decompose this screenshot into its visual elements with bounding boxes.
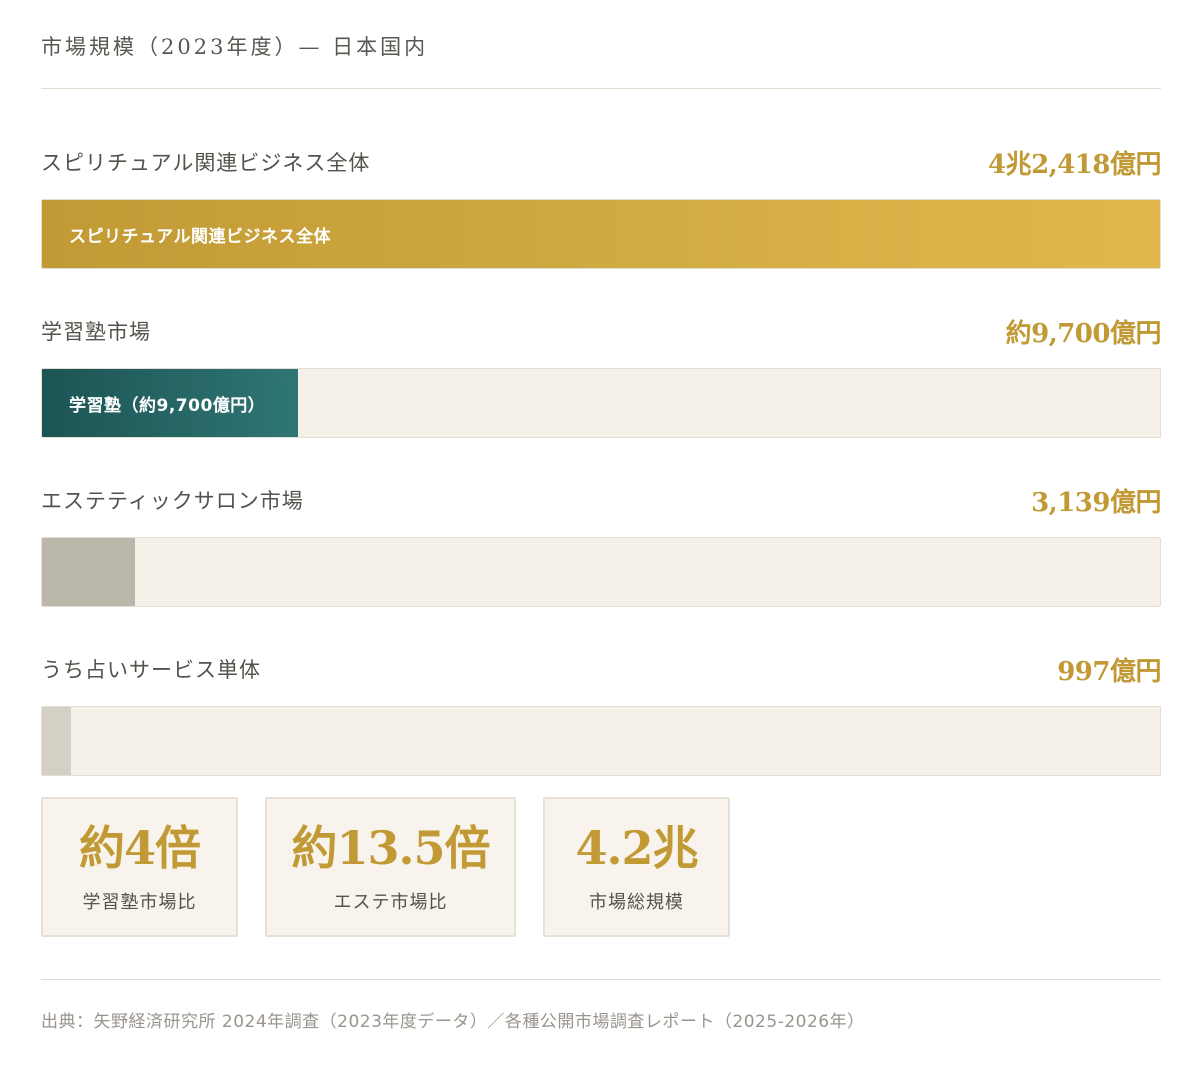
bar-category-label: 学習塾市場 (41, 320, 151, 344)
bar-fill-fortune (42, 707, 72, 775)
page-title: 市場規模（2023年度）— 日本国内 (41, 35, 429, 59)
bar-track: スピリチュアル関連ビジネス全体 (41, 199, 1161, 269)
stat-label: 市場総規模 (589, 892, 684, 913)
stat-label: 学習塾市場比 (82, 892, 197, 913)
stat-label: エステ市場比 (333, 892, 448, 913)
bar-inner-label: 学習塾（約9,700億円） (69, 395, 266, 416)
bar-value-label: 997億円 (1057, 656, 1161, 687)
bar-inner-label: スピリチュアル関連ビジネス全体 (69, 226, 331, 247)
market-size-panel: 市場規模（2023年度）— 日本国内 スピリチュアル関連ビジネス全体 4兆2,4… (41, 0, 1162, 1032)
bar-category-label: エステティックサロン市場 (41, 489, 304, 513)
bar-track: 学習塾（約9,700億円） (41, 368, 1161, 438)
bar-category-label: うち占いサービス単体 (41, 658, 261, 682)
bar-value-label: 4兆2,418億円 (987, 149, 1162, 180)
bar-fill-spiritual: スピリチュアル関連ビジネス全体 (42, 200, 1160, 268)
footer-divider (41, 979, 1161, 980)
bar-row-spiritual: スピリチュアル関連ビジネス全体 4兆2,418億円 スピリチュアル関連ビジネス全… (41, 142, 1162, 311)
bar-value-label: 約9,700億円 (1005, 318, 1162, 349)
bar-fill-esthetic (42, 538, 135, 606)
stat-value: 約4倍 (78, 821, 201, 875)
stat-cards: 約4倍 学習塾市場比 約13.5倍 エステ市場比 4.2兆 市場総規模 (41, 797, 1161, 937)
bar-chart: スピリチュアル関連ビジネス全体 4兆2,418億円 スピリチュアル関連ビジネス全… (41, 142, 1162, 818)
bar-row-juku: 学習塾市場 約9,700億円 学習塾（約9,700億円） (41, 311, 1162, 480)
stat-card-juku-ratio: 約4倍 学習塾市場比 (41, 797, 238, 937)
header-divider (41, 88, 1161, 89)
stat-card-total-size: 4.2兆 市場総規模 (543, 797, 730, 937)
bar-track (41, 706, 1161, 776)
bar-row-fortune: うち占いサービス単体 997億円 (41, 649, 1161, 818)
bar-value-label: 3,139億円 (1031, 487, 1161, 518)
stat-card-esthetic-ratio: 約13.5倍 エステ市場比 (265, 797, 516, 937)
source-note: 出典：矢野経済研究所 2024年調査（2023年度データ）／各種公開市場調査レポ… (41, 1012, 865, 1032)
stat-value: 約13.5倍 (291, 821, 490, 875)
bar-fill-juku: 学習塾（約9,700億円） (42, 369, 299, 437)
bar-category-label: スピリチュアル関連ビジネス全体 (41, 151, 371, 175)
bar-row-esthetic: エステティックサロン市場 3,139億円 (41, 480, 1161, 649)
stat-value: 4.2兆 (575, 821, 698, 875)
bar-track (41, 537, 1161, 607)
